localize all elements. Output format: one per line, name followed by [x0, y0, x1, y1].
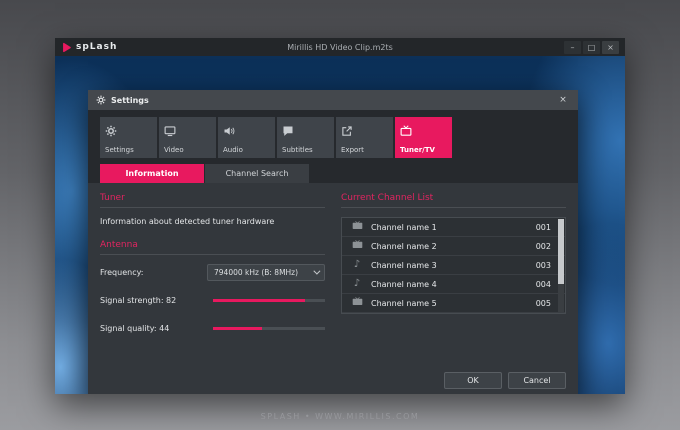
channel-row[interactable]: Channel name 2 002 — [342, 237, 565, 256]
signal-quality-fill — [213, 327, 262, 330]
tab-settings[interactable]: Settings — [100, 117, 157, 158]
gear-icon — [96, 95, 106, 105]
tab-audio[interactable]: Audio — [218, 117, 275, 158]
divider — [100, 254, 325, 255]
divider — [100, 207, 325, 208]
tab-video[interactable]: Video — [159, 117, 216, 158]
speech-bubble-icon — [282, 122, 294, 141]
video-frame: Settings × Settings Video Audio — [55, 56, 625, 394]
scrollbar-thumb[interactable] — [558, 219, 564, 284]
signal-strength-label: Signal strength: 82 — [100, 296, 176, 305]
frequency-dropdown[interactable]: 794000 kHz (B: 8MHz) — [207, 264, 325, 281]
channel-list-column: Current Channel List Channel name 1 001 … — [341, 193, 566, 364]
settings-toolbar: Settings Video Audio Subtitles — [88, 110, 578, 164]
cancel-button[interactable]: Cancel — [508, 372, 566, 389]
channel-row[interactable]: Channel name 1 001 — [342, 218, 565, 237]
dialog-footer: OK Cancel — [88, 364, 578, 394]
dialog-titlebar: Settings × — [88, 90, 578, 110]
frequency-value: 794000 kHz (B: 8MHz) — [214, 268, 298, 277]
speaker-icon — [223, 122, 235, 141]
signal-quality-label: Signal quality: 44 — [100, 324, 169, 333]
subtab-information[interactable]: Information — [100, 164, 204, 183]
signal-strength-bar — [213, 299, 325, 302]
page-footer-text: SPLASH • WWW.MIRILLIS.COM — [0, 412, 680, 421]
channel-row[interactable]: Channel name 5 005 — [342, 294, 565, 313]
channel-list-title: Current Channel List — [341, 193, 566, 207]
channel-row[interactable]: ♪ Channel name 4 004 — [342, 275, 565, 294]
window-controls: – □ × — [564, 41, 619, 54]
tab-tuner-tv[interactable]: Tuner/TV — [395, 117, 452, 158]
channel-list-scrollbar[interactable] — [558, 219, 564, 312]
dialog-title: Settings — [111, 96, 149, 105]
tuner-column: Tuner Information about detected tuner h… — [100, 193, 325, 364]
tab-subtitles[interactable]: Subtitles — [277, 117, 334, 158]
tuner-info-panel: Tuner Information about detected tuner h… — [88, 183, 578, 364]
music-note-icon: ♪ — [351, 260, 363, 270]
signal-quality-row: Signal quality: 44 — [100, 320, 325, 337]
antenna-section-title: Antenna — [100, 240, 325, 254]
tuner-info-text: Information about detected tuner hardwar… — [100, 217, 325, 226]
monitor-icon — [164, 122, 176, 141]
frequency-row: Frequency: 794000 kHz (B: 8MHz) — [100, 264, 325, 281]
subtab-bar: Information Channel Search — [88, 164, 578, 183]
play-icon — [61, 42, 72, 53]
minimize-button[interactable]: – — [564, 41, 581, 54]
tv-icon — [351, 240, 363, 252]
close-button[interactable]: × — [602, 41, 619, 54]
tab-export[interactable]: Export — [336, 117, 393, 158]
subtab-channel-search[interactable]: Channel Search — [205, 164, 309, 183]
export-icon — [341, 122, 353, 141]
ok-button[interactable]: OK — [444, 372, 502, 389]
frequency-label: Frequency: — [100, 268, 143, 277]
tv-icon — [400, 122, 412, 141]
brand-name: spLash — [76, 42, 117, 52]
maximize-button[interactable]: □ — [583, 41, 600, 54]
tv-icon — [351, 221, 363, 233]
app-titlebar: spLash Mirillis HD Video Clip.m2ts – □ × — [55, 38, 625, 56]
chevron-down-icon — [313, 268, 320, 275]
channel-row[interactable]: ♪ Channel name 3 003 — [342, 256, 565, 275]
settings-dialog: Settings × Settings Video Audio — [88, 90, 578, 394]
window-title: Mirillis HD Video Clip.m2ts — [55, 43, 625, 52]
divider — [341, 207, 566, 208]
gear-icon — [105, 122, 117, 141]
channel-list: Channel name 1 001 Channel name 2 002 ♪ … — [341, 217, 566, 314]
splash-logo: spLash — [61, 42, 117, 53]
tv-icon — [351, 297, 363, 309]
tuner-section-title: Tuner — [100, 193, 325, 207]
app-window: spLash Mirillis HD Video Clip.m2ts – □ ×… — [55, 38, 625, 394]
signal-quality-bar — [213, 327, 325, 330]
dialog-close-icon[interactable]: × — [556, 93, 570, 107]
signal-strength-row: Signal strength: 82 — [100, 292, 325, 309]
music-note-icon: ♪ — [351, 279, 363, 289]
signal-strength-fill — [213, 299, 305, 302]
